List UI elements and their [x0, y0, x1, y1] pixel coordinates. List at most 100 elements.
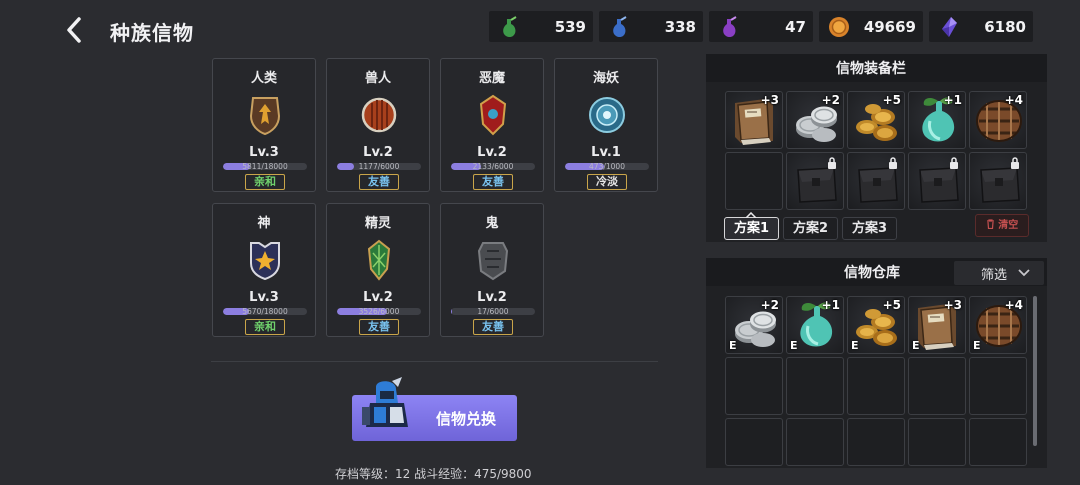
- enhance-level: +3: [760, 93, 779, 107]
- exp-text: 5670/18000: [242, 307, 288, 316]
- currency-value: 47: [785, 17, 806, 36]
- blue-potion-icon: [613, 16, 627, 38]
- warehouse-panel-title: 信物仓库: [844, 265, 900, 281]
- warehouse-slot-empty[interactable]: [847, 357, 905, 415]
- equip-slot-locked[interactable]: [969, 152, 1027, 210]
- race-card-god[interactable]: 神 Lv.3 5670/18000 亲和: [212, 203, 316, 337]
- race-name: 精灵: [364, 216, 391, 231]
- relation-badge: 友善: [473, 319, 513, 335]
- currency-green-potion: 539: [489, 11, 593, 42]
- warehouse-slot-empty[interactable]: [969, 357, 1027, 415]
- race-name: 恶魔: [478, 71, 505, 86]
- warehouse-slot[interactable]: +4 E: [969, 296, 1027, 354]
- clear-label: 清空: [998, 220, 1019, 231]
- lock-icon: [1010, 157, 1020, 169]
- equip-panel-title: 信物装备栏: [836, 61, 906, 77]
- exp-text: 473/1000: [589, 162, 625, 171]
- chevron-down-icon: [1018, 269, 1030, 277]
- purple-crystal-icon: [942, 17, 957, 37]
- race-name: 神: [257, 216, 271, 231]
- human-shield-icon: [249, 97, 281, 136]
- filter-dropdown[interactable]: 筛选: [954, 261, 1044, 285]
- equip-slot[interactable]: +4: [969, 91, 1027, 149]
- purple-potion-icon: [723, 16, 737, 38]
- enhance-level: +3: [943, 298, 962, 312]
- relation-badge: 亲和: [245, 319, 285, 335]
- race-card-human[interactable]: 人类 Lv.3 5811/18000 亲和: [212, 58, 316, 192]
- tab-plan-2[interactable]: 方案2: [783, 217, 838, 240]
- filter-label: 筛选: [981, 268, 1008, 283]
- warehouse-slot-empty[interactable]: [847, 418, 905, 466]
- race-level: Lv.3: [249, 145, 279, 160]
- lock-icon: [888, 157, 898, 169]
- enhance-level: +1: [943, 93, 962, 107]
- relation-badge: 友善: [359, 319, 399, 335]
- race-level: Lv.2: [363, 145, 393, 160]
- warehouse-slot-empty[interactable]: [725, 418, 783, 466]
- warehouse-slot-empty[interactable]: [786, 357, 844, 415]
- exchange-label: 信物兑换: [436, 410, 497, 428]
- currency-value: 338: [664, 17, 696, 36]
- green-potion-icon: [503, 16, 517, 38]
- exp-text: 2133/6000: [472, 162, 514, 171]
- enhance-level: +1: [821, 298, 840, 312]
- relation-badge: 亲和: [245, 174, 285, 190]
- ghost-shield-icon: [477, 242, 509, 281]
- race-card-siren[interactable]: 海妖 Lv.1 473/1000 冷淡: [554, 58, 658, 192]
- equip-slot-empty[interactable]: [725, 152, 783, 210]
- orc-shield-icon: [361, 97, 397, 133]
- enhance-level: +2: [821, 93, 840, 107]
- warehouse-slot-empty[interactable]: [725, 357, 783, 415]
- knight-icon: [362, 377, 408, 427]
- currency-purple-potion: 47: [709, 11, 813, 42]
- currency-value: 49669: [863, 17, 916, 36]
- equipped-mark: E: [973, 339, 981, 352]
- enhance-level: +4: [1004, 93, 1023, 107]
- warehouse-slot[interactable]: +2 E: [725, 296, 783, 354]
- race-name: 鬼: [485, 216, 499, 231]
- race-level: Lv.3: [249, 290, 279, 305]
- race-card-demon[interactable]: 恶魔 Lv.2 2133/6000 友善: [440, 58, 544, 192]
- race-level: Lv.2: [363, 290, 393, 305]
- page-title: 种族信物: [110, 21, 194, 45]
- race-card-elf[interactable]: 精灵 Lv.2 3526/6000 友善: [326, 203, 430, 337]
- equip-slot[interactable]: +1: [908, 91, 966, 149]
- warehouse-slot-empty[interactable]: [908, 418, 966, 466]
- warehouse-slot-empty[interactable]: [786, 418, 844, 466]
- tab-plan-1[interactable]: 方案1: [724, 217, 779, 240]
- equipped-mark: E: [851, 339, 859, 352]
- equip-slot[interactable]: +2: [786, 91, 844, 149]
- currency-crystal: 6180: [929, 11, 1033, 42]
- race-card-orc[interactable]: 兽人 Lv.2 1177/6000 友善: [326, 58, 430, 192]
- race-name: 兽人: [364, 71, 391, 86]
- clear-button[interactable]: 清空: [975, 214, 1029, 237]
- race-name: 海妖: [592, 71, 619, 86]
- enhance-level: +5: [882, 93, 901, 107]
- back-icon[interactable]: [62, 16, 86, 44]
- relation-badge: 冷淡: [587, 174, 627, 190]
- warehouse-slot-empty[interactable]: [969, 418, 1027, 466]
- warehouse-slot[interactable]: +3 E: [908, 296, 966, 354]
- warehouse-slot[interactable]: +5 E: [847, 296, 905, 354]
- race-level: Lv.2: [477, 290, 507, 305]
- race-name: 人类: [250, 71, 277, 86]
- enhance-level: +4: [1004, 298, 1023, 312]
- equip-slot[interactable]: +5: [847, 91, 905, 149]
- currency-gold: 49669: [819, 11, 923, 42]
- tab-plan-3[interactable]: 方案3: [842, 217, 897, 240]
- race-card-ghost[interactable]: 鬼 Lv.2 17/6000 友善: [440, 203, 544, 337]
- warehouse-slot[interactable]: +1 E: [786, 296, 844, 354]
- token-exchange-button[interactable]: 信物兑换: [352, 377, 517, 441]
- equip-slot-locked[interactable]: [786, 152, 844, 210]
- exp-text: 17/6000: [477, 307, 509, 316]
- exp-text: 5811/18000: [242, 162, 288, 171]
- equip-slot-locked[interactable]: [908, 152, 966, 210]
- warehouse-slot-empty[interactable]: [908, 357, 966, 415]
- god-shield-icon: [250, 242, 280, 281]
- relation-badge: 友善: [359, 174, 399, 190]
- warehouse-scrollbar[interactable]: [1033, 296, 1037, 446]
- trash-icon: [986, 219, 994, 230]
- relation-badge: 友善: [473, 174, 513, 190]
- equip-slot[interactable]: +3: [725, 91, 783, 149]
- equip-slot-locked[interactable]: [847, 152, 905, 210]
